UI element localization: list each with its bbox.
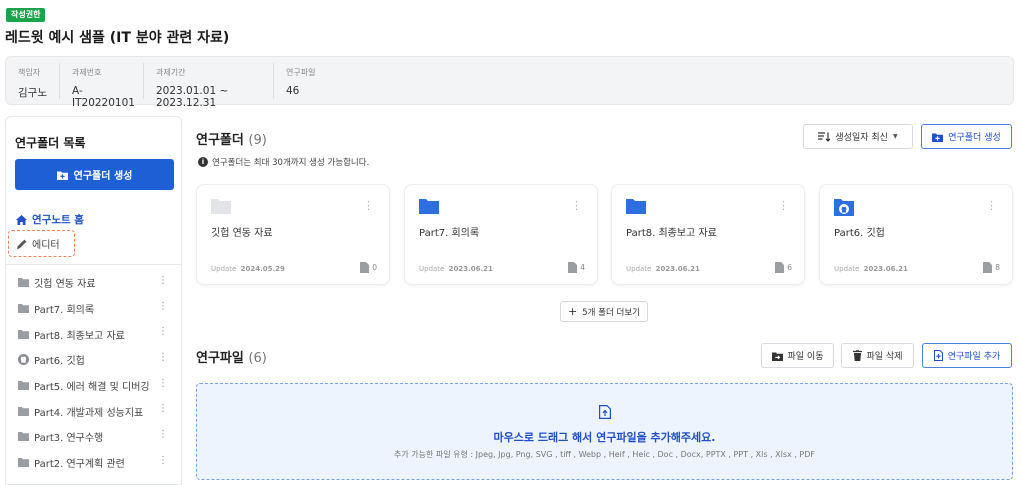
more-options-icon[interactable]: ⋮ [571, 199, 582, 212]
folder-card-file-count: 0 [360, 262, 377, 273]
more-options-icon[interactable]: ⋮ [158, 301, 168, 312]
folder-card-file-count: 6 [775, 262, 792, 273]
folders-section-title: 연구폴더 (9) [196, 133, 267, 148]
home-icon [16, 214, 27, 225]
folder-gray-icon [211, 199, 231, 214]
folder-card-name: Part8. 최종보고 자료 [626, 228, 717, 239]
file-icon [360, 262, 370, 273]
file-upload-icon [599, 405, 611, 419]
project-info-bar: 책임자 김구노 과제번호 A-IT20220101 과제기간 2023.01.0… [5, 56, 1014, 109]
file-plus-icon [933, 350, 943, 361]
github-folder-icon [834, 199, 854, 216]
file-dropzone[interactable]: 마우스로 드래그 해서 연구파일을 추가해주세요. 추가 가능한 파일 유형 :… [196, 383, 1013, 480]
more-options-icon[interactable]: ⋮ [778, 199, 789, 212]
folder-icon [18, 458, 29, 468]
move-file-button[interactable]: 파일 이동 [761, 343, 834, 368]
more-options-icon[interactable]: ⋮ [986, 199, 997, 212]
folder-card-update: Update 2023.06.21 [419, 265, 493, 273]
sidebar-item-folder-7[interactable]: Part3. 연구수행 ⋮ [6, 424, 181, 450]
folder-icon [18, 329, 29, 339]
folder-card-3[interactable]: ⋮ Part8. 최종보고 자료 Update 2023.06.21 6 [611, 184, 805, 285]
folder-card-update: Update 2023.06.21 [834, 265, 908, 273]
sidebar-item-folder-2[interactable]: Part7. 회의록 ⋮ [6, 296, 181, 322]
info-project-number: 과제번호 A-IT20220101 [60, 63, 144, 109]
sidebar-item-folder-6[interactable]: Part4. 개발과제 성능지표 ⋮ [6, 398, 181, 424]
dropzone-file-types: 추가 가능한 파일 유형 : Jpeg, Jpg, Png, SVG , tif… [394, 450, 815, 459]
sidebar-item-folder-1[interactable]: 깃헙 연동 자료 ⋮ [6, 270, 181, 296]
more-options-icon[interactable]: ⋮ [158, 430, 168, 440]
folder-limit-notice: i 연구폴더는 최대 30개까지 생성 가능합니다. [198, 156, 369, 168]
sidebar-item-folder-5[interactable]: Part5. 에러 해결 및 디버깅 ⋮ [6, 373, 181, 399]
folder-card-name: Part7. 회의록 [419, 228, 480, 239]
files-section-title: 연구파일 (6) [196, 351, 267, 366]
more-options-icon[interactable]: ⋮ [363, 199, 374, 212]
more-options-icon[interactable]: ⋮ [158, 378, 168, 389]
folder-icon [18, 381, 29, 391]
folders-count: (9) [248, 133, 267, 148]
sidebar-home-link[interactable]: 연구노트 홈 [16, 212, 84, 227]
folder-card-file-count: 4 [568, 262, 585, 273]
create-folder-button[interactable]: 연구폴더 생성 [921, 124, 1012, 149]
folder-icon [18, 406, 29, 416]
folder-card-name: Part6. 깃헙 [834, 228, 885, 239]
folder-card-file-count: 8 [983, 262, 1000, 273]
add-file-button[interactable]: 연구파일 추가 [922, 343, 1012, 368]
folder-card-1[interactable]: ⋮ 깃헙 연동 자료 Update 2024.05.29 0 [196, 184, 390, 285]
info-file-count: 연구파일 46 [286, 68, 316, 97]
sort-icon [818, 131, 831, 142]
plus-icon: + [568, 305, 578, 318]
permission-badge: 작성권한 [6, 8, 46, 22]
more-options-icon[interactable]: ⋮ [158, 353, 168, 363]
folder-card-2[interactable]: ⋮ Part7. 회의록 Update 2023.06.21 4 [404, 184, 598, 285]
files-count: (6) [248, 351, 267, 366]
sort-dropdown[interactable]: 생성일자 최신 ▼ [803, 124, 913, 149]
folder-move-icon [771, 352, 783, 361]
folder-blue-icon [626, 199, 646, 214]
trash-icon [852, 350, 862, 361]
file-icon [983, 262, 993, 273]
info-icon: i [198, 157, 208, 167]
more-options-icon[interactable]: ⋮ [158, 276, 168, 286]
delete-file-button[interactable]: 파일 삭제 [841, 343, 914, 368]
pencil-icon [17, 239, 27, 249]
more-options-icon[interactable]: ⋮ [158, 327, 168, 337]
more-options-icon[interactable]: ⋮ [158, 455, 168, 466]
file-icon [568, 262, 578, 273]
sidebar: 연구폴더 목록 연구폴더 생성 연구노트 홈 에디터 깃헙 연동 자료 ⋮ Pa… [5, 116, 182, 485]
folder-blue-icon [419, 199, 439, 214]
sidebar-item-folder-3[interactable]: Part8. 최종보고 자료 ⋮ [6, 321, 181, 347]
folder-icon [18, 304, 29, 314]
folder-plus-icon [56, 171, 68, 180]
sidebar-item-folder-8[interactable]: Part2. 연구계획 관련 ⋮ [6, 450, 181, 476]
sidebar-create-folder-button[interactable]: 연구폴더 생성 [15, 159, 174, 190]
folder-icon [18, 432, 29, 442]
file-icon [775, 262, 785, 273]
sidebar-title: 연구폴더 목록 [15, 136, 86, 150]
sidebar-editor-link[interactable]: 에디터 [8, 230, 75, 257]
folder-card-4[interactable]: ⋮ Part6. 깃헙 Update 2023.06.21 8 [819, 184, 1013, 285]
more-options-icon[interactable]: ⋮ [158, 404, 168, 414]
sidebar-divider [6, 264, 181, 265]
folder-plus-icon [932, 133, 944, 142]
sidebar-item-folder-4[interactable]: Part6. 깃헙 ⋮ [6, 347, 181, 373]
folder-icon [18, 278, 29, 288]
info-manager: 책임자 김구노 [6, 63, 60, 99]
dropzone-message: 마우스로 드래그 해서 연구파일을 추가해주세요. [493, 431, 716, 444]
info-project-period: 과제기간 2023.01.01 ~ 2023.12.31 [144, 63, 274, 109]
caret-down-icon: ▼ [892, 133, 898, 140]
show-more-folders-button[interactable]: + 5개 폴더 더보기 [560, 301, 648, 322]
folder-card-name: 깃헙 연동 자료 [211, 228, 273, 239]
folder-card-update: Update 2024.05.29 [211, 265, 285, 273]
github-icon [18, 354, 29, 366]
folder-card-update: Update 2023.06.21 [626, 265, 700, 273]
page-title: 레드윗 예시 샘플 (IT 분야 관련 자료) [5, 30, 230, 46]
sidebar-folder-list: 깃헙 연동 자료 ⋮ Part7. 회의록 ⋮ Part8. 최종보고 자료 ⋮… [6, 270, 181, 476]
